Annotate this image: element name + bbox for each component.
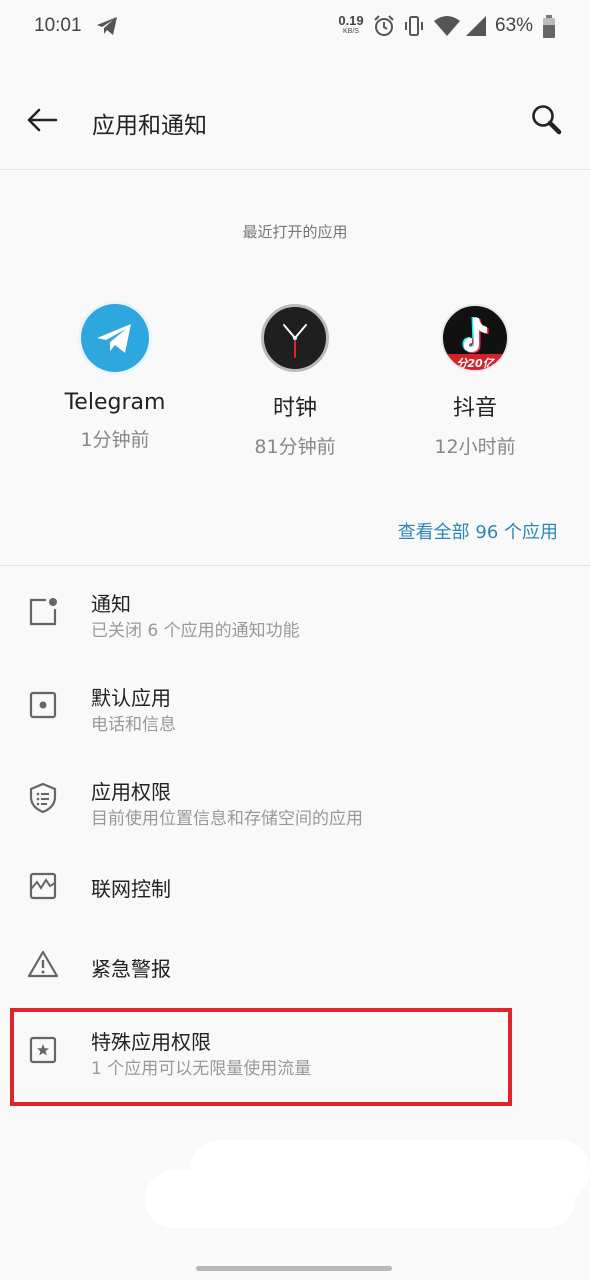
default-apps-icon xyxy=(27,689,59,721)
menu-item-subtitle: 电话和信息 xyxy=(91,715,176,735)
menu-item-subtitle: 已关闭 6 个应用的通知功能 xyxy=(91,621,300,641)
warning-icon xyxy=(27,948,59,980)
search-button[interactable] xyxy=(524,99,570,145)
menu-item-default-apps[interactable]: 默认应用 电话和信息 xyxy=(0,668,590,748)
recent-app-douyin[interactable]: 分20亿 抖音 12小时前 xyxy=(386,304,564,459)
menu-item-title: 应用权限 xyxy=(91,780,171,804)
divider xyxy=(0,169,590,170)
search-icon xyxy=(530,103,564,141)
divider xyxy=(0,565,590,566)
telegram-app-icon xyxy=(81,304,149,372)
vibrate-icon xyxy=(403,14,425,42)
recent-app-clock[interactable]: 时钟 81分钟前 xyxy=(206,304,384,459)
recent-apps-header: 最近打开的应用 xyxy=(242,223,348,241)
permissions-shield-icon xyxy=(27,782,59,814)
clock-app-icon xyxy=(261,304,329,372)
notification-icon xyxy=(27,596,59,628)
recent-app-name: 抖音 xyxy=(452,396,497,421)
network-control-icon xyxy=(27,870,59,902)
battery-percent: 63% xyxy=(495,15,534,36)
app-bar: 应用和通知 xyxy=(0,80,590,160)
telegram-icon xyxy=(95,15,119,37)
menu-item-title: 通知 xyxy=(91,592,131,616)
wifi-icon xyxy=(433,14,461,42)
network-speed: 0.19 KB/S xyxy=(338,13,364,35)
gesture-nav-bar[interactable] xyxy=(196,1266,392,1271)
recent-app-telegram[interactable]: Telegram 1分钟前 xyxy=(26,304,204,452)
highlight-box xyxy=(10,1008,512,1106)
menu-item-network-control[interactable]: 联网控制 xyxy=(0,846,590,926)
recent-app-time: 1分钟前 xyxy=(80,429,150,451)
menu-item-title: 联网控制 xyxy=(91,877,171,901)
douyin-app-icon: 分20亿 xyxy=(441,304,509,372)
recent-app-time: 81分钟前 xyxy=(254,436,336,458)
status-bar: 10:01 0.19 KB/S 63% xyxy=(0,0,590,54)
recent-app-name: Telegram xyxy=(64,390,166,415)
menu-item-notifications[interactable]: 通知 已关闭 6 个应用的通知功能 xyxy=(0,574,590,654)
signal-icon xyxy=(464,14,488,42)
menu-item-emergency-alerts[interactable]: 紧急警报 xyxy=(0,926,590,1006)
redaction-blob xyxy=(145,1170,575,1228)
menu-item-title: 紧急警报 xyxy=(91,957,171,981)
status-time: 10:01 xyxy=(34,15,82,36)
recent-app-name: 时钟 xyxy=(272,396,317,421)
battery-icon xyxy=(543,15,555,43)
back-button[interactable] xyxy=(20,100,64,144)
menu-item-subtitle: 目前使用位置信息和存储空间的应用 xyxy=(91,809,363,829)
menu-item-title: 默认应用 xyxy=(91,686,171,710)
recent-app-time: 12小时前 xyxy=(434,436,516,458)
alarm-icon xyxy=(373,14,395,42)
arrow-back-icon xyxy=(26,108,58,136)
see-all-apps-link[interactable]: 查看全部 96 个应用 xyxy=(398,518,558,544)
menu-item-app-permissions[interactable]: 应用权限 目前使用位置信息和存储空间的应用 xyxy=(0,762,590,842)
page-title: 应用和通知 xyxy=(92,113,207,139)
douyin-badge: 分20亿 xyxy=(456,357,494,370)
